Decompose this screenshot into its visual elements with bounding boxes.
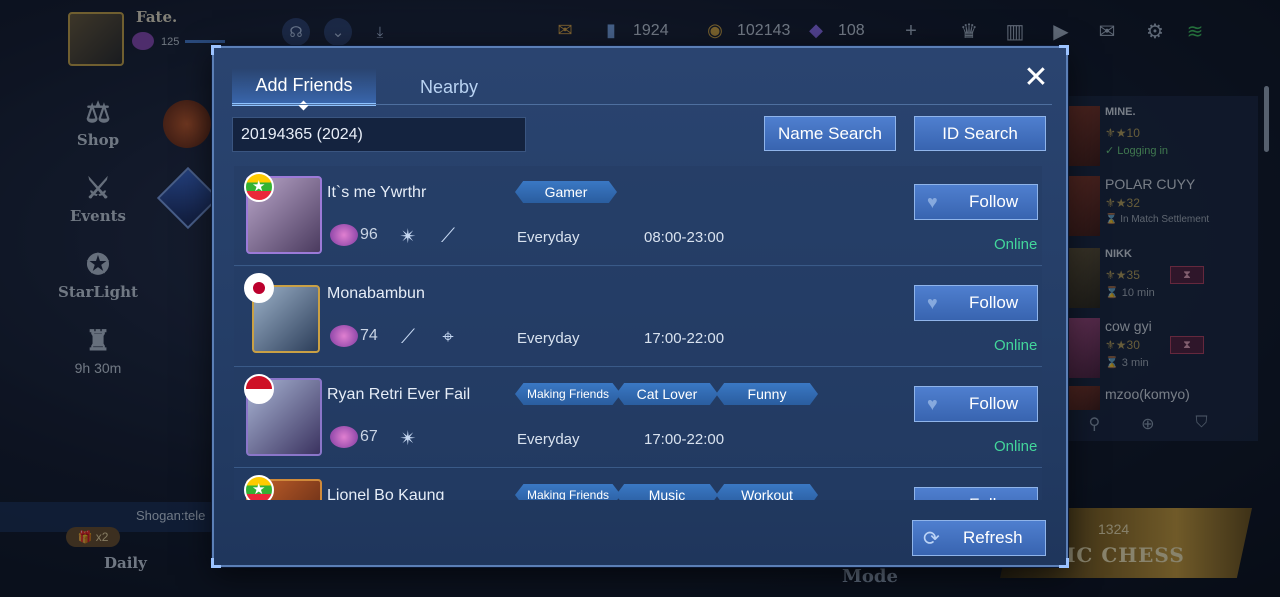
close-icon[interactable]: ✕ — [1020, 62, 1052, 94]
follow-button[interactable]: ♥ Follow — [914, 285, 1038, 321]
tag-chip: Gamer — [515, 181, 617, 203]
rank-value: 74 — [360, 327, 378, 344]
rank-value: 96 — [360, 226, 378, 243]
status-badge: Online — [994, 438, 1038, 455]
tag-chip: Making Friends — [515, 383, 621, 405]
tag-chip: Cat Lover — [616, 383, 718, 405]
heart-icon: ♥ — [927, 292, 938, 313]
follow-label: Follow — [969, 192, 1019, 211]
shuriken-icon: ✴ — [399, 225, 417, 248]
tab-nearby[interactable]: Nearby — [394, 68, 504, 106]
player-name: Monabambun — [327, 285, 425, 302]
refresh-button[interactable]: ⟳ Refresh — [912, 520, 1046, 556]
add-friends-dialog: ✕ Add Friends Nearby Name Search ID Sear… — [211, 45, 1069, 568]
player-name: Ryan Retri Ever Fail — [327, 386, 471, 403]
search-input[interactable] — [232, 117, 526, 152]
spear-icon: ⟋ — [441, 224, 455, 247]
online-days: Everyday — [517, 431, 580, 448]
follow-label: Follow — [969, 495, 1018, 500]
crosshair-icon: ⌖ — [442, 325, 454, 348]
id-search-button[interactable]: ID Search — [914, 116, 1046, 151]
flag-myanmar-icon — [244, 475, 274, 500]
tag-chip: Workout — [716, 484, 818, 500]
rank-icon — [330, 224, 358, 246]
corner-ornament — [211, 558, 221, 568]
list-item[interactable]: It`s me Ywrthr 96 ✴ ⟋ Gamer Everyday 08:… — [234, 166, 1042, 266]
list-item[interactable]: Monabambun 74 ⟋ ⌖ Everyday 17:00-22:00 ♥… — [234, 267, 1042, 367]
refresh-label: Refresh — [963, 528, 1023, 547]
tag-chip: Music — [616, 484, 718, 500]
name-search-button[interactable]: Name Search — [764, 116, 896, 151]
flag-myanmar-icon — [244, 172, 274, 202]
rank-value: 67 — [360, 428, 378, 445]
tab-add-friends[interactable]: Add Friends — [232, 68, 376, 106]
heart-icon: ♥ — [927, 393, 938, 414]
follow-button[interactable]: ♥ Follow — [914, 386, 1038, 422]
player-name: It`s me Ywrthr — [327, 184, 427, 201]
results-list[interactable]: It`s me Ywrthr 96 ✴ ⟋ Gamer Everyday 08:… — [234, 166, 1042, 500]
follow-button[interactable]: ♥ Follow — [914, 487, 1038, 500]
follow-label: Follow — [969, 293, 1019, 312]
rank-icon — [330, 426, 358, 448]
flag-indonesia-icon — [244, 374, 274, 404]
heart-icon: ♥ — [927, 191, 938, 212]
online-days: Everyday — [517, 229, 580, 246]
list-item[interactable]: Ryan Retri Ever Fail 67 ✴ Making Friends… — [234, 368, 1042, 468]
follow-button[interactable]: ♥ Follow — [914, 184, 1038, 220]
spear-icon: ⟋ — [401, 325, 415, 348]
corner-ornament — [1059, 45, 1069, 55]
online-hours: 08:00-23:00 — [644, 229, 725, 246]
follow-label: Follow — [969, 394, 1019, 413]
tag-chip: Making Friends — [515, 484, 621, 500]
corner-ornament — [1059, 558, 1069, 568]
list-item[interactable]: Lionel Bo Kaung Making Friends Music Wor… — [234, 469, 1042, 500]
status-badge: Online — [994, 236, 1038, 253]
rank-icon — [330, 325, 358, 347]
corner-ornament — [211, 45, 221, 55]
shuriken-icon: ✴ — [399, 427, 417, 450]
heart-icon: ♥ — [927, 495, 938, 501]
online-days: Everyday — [517, 330, 580, 347]
tabs-divider — [232, 104, 1052, 105]
flag-japan-icon — [244, 273, 274, 303]
tag-chip: Funny — [716, 383, 818, 405]
status-badge: Online — [994, 337, 1038, 354]
refresh-icon: ⟳ — [923, 527, 940, 550]
online-hours: 17:00-22:00 — [644, 431, 725, 448]
player-name: Lionel Bo Kaung — [327, 487, 445, 500]
online-hours: 17:00-22:00 — [644, 330, 725, 347]
